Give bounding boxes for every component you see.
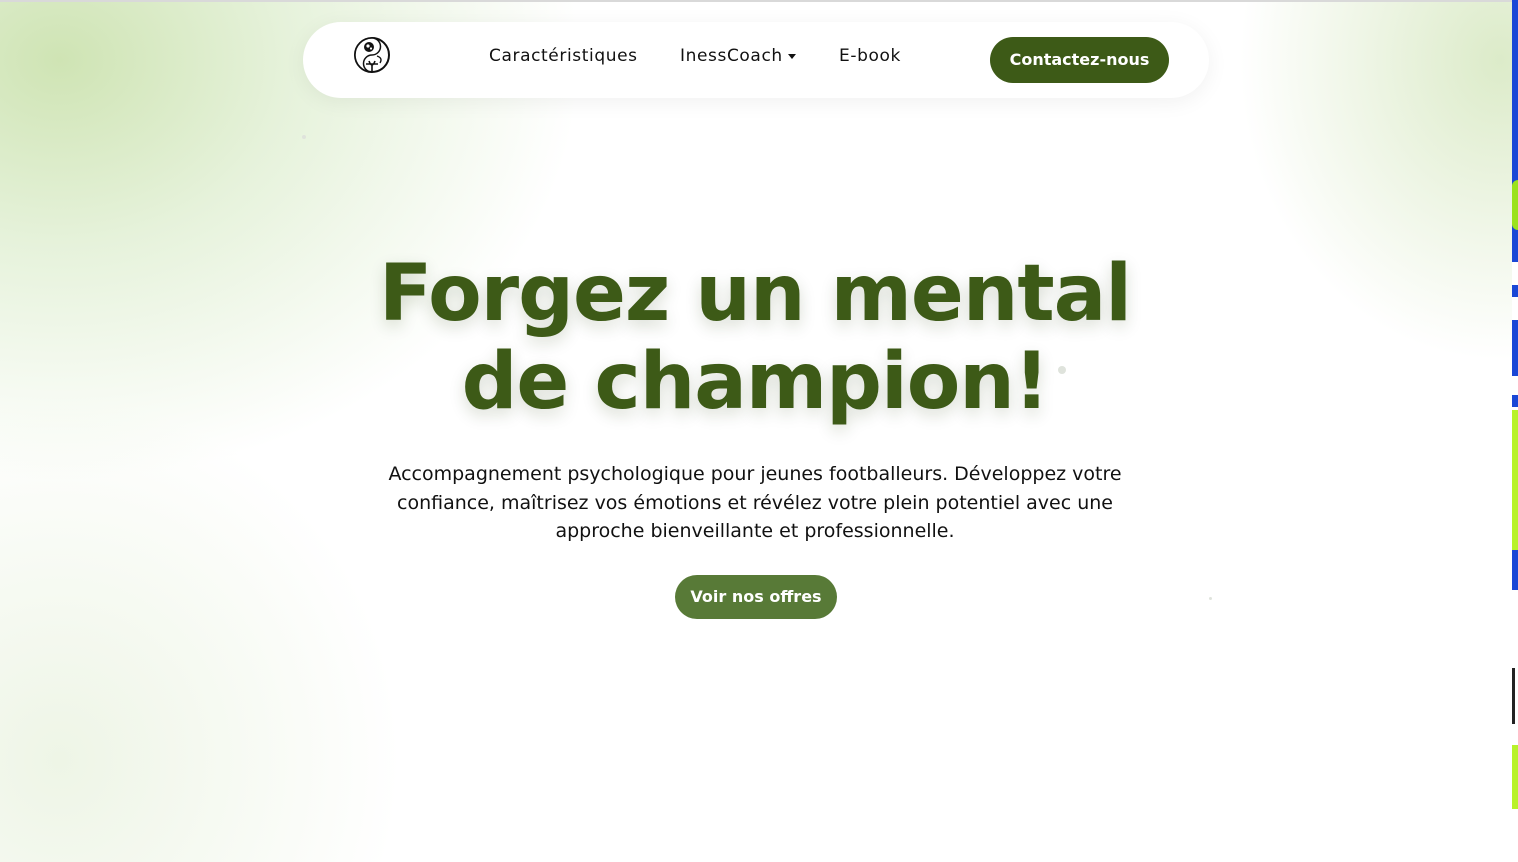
top-divider <box>0 0 1512 2</box>
caret-down-icon <box>787 53 796 59</box>
decorative-dot <box>1058 366 1066 374</box>
nav-link-inesscoach[interactable]: InessCoach <box>680 46 796 66</box>
see-offers-button[interactable]: Voir nos offres <box>675 575 837 619</box>
navbar: Caractéristiques InessCoach E-book Conta… <box>303 22 1209 98</box>
nav-link-ebook[interactable]: E-book <box>839 46 901 66</box>
nav-link-caracteristiques[interactable]: Caractéristiques <box>489 46 638 66</box>
contact-button[interactable]: Contactez-nous <box>990 37 1169 83</box>
adjacent-window-edge <box>1512 0 1518 862</box>
decorative-dot <box>302 135 306 139</box>
hero-title: Forgez un mental de champion! <box>300 250 1210 426</box>
hero-title-line1: Forgez un mental <box>378 249 1132 339</box>
hero-title-line2: de champion! <box>461 337 1050 427</box>
hero-subtitle: Accompagnement psychologique pour jeunes… <box>388 463 1122 542</box>
decorative-dot <box>1209 597 1212 600</box>
page: Caractéristiques InessCoach E-book Conta… <box>0 0 1518 862</box>
football-yin-yang-logo-icon[interactable] <box>353 36 391 74</box>
nav-link-inesscoach-label: InessCoach <box>680 46 783 66</box>
